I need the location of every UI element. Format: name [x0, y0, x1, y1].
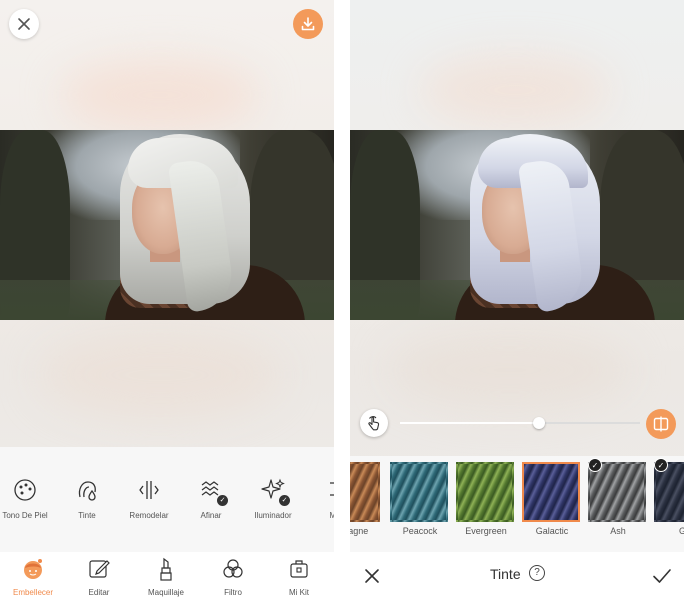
swatch-grey[interactable]: ✓ Gr	[654, 458, 684, 536]
check-badge-icon: ✓	[279, 495, 290, 506]
tool-label: Remodelar	[129, 511, 169, 520]
filter-icon	[220, 556, 246, 582]
tool-remodelar[interactable]: Remodelar	[118, 477, 180, 520]
swatch-label: Peacock	[402, 526, 438, 536]
nav-label: Embellecer	[12, 588, 53, 597]
bottom-navigation: Embellecer Editar Maquillaje Filtro Mi K…	[0, 552, 334, 614]
check-badge-icon: ✓	[217, 495, 228, 506]
background-glow	[40, 330, 280, 420]
tools-strip: Tono De Piel Tinte Remodelar ✓ Afinar ✓	[0, 447, 334, 552]
more-tool-icon	[322, 477, 334, 503]
tool-label: Afinar	[200, 511, 222, 520]
downloaded-check-icon: ✓	[654, 458, 668, 472]
swatch-label: Galactic	[535, 526, 569, 536]
swatch-tile	[522, 462, 580, 522]
sparkle-icon: ✓	[260, 477, 290, 506]
downloaded-check-icon: ✓	[588, 458, 602, 472]
nav-mi-kit[interactable]: Mi Kit	[266, 556, 332, 597]
download-button[interactable]	[293, 9, 323, 39]
close-icon	[18, 18, 30, 30]
swatch-tile	[350, 462, 380, 522]
editor-screen-tint: mpagne Peacock Evergreen Galactic ✓ Ash …	[350, 0, 684, 614]
palette-icon	[12, 477, 38, 503]
background-glow	[420, 55, 610, 125]
portrait-photo-preview[interactable]	[350, 130, 684, 320]
edit-icon	[86, 556, 112, 582]
tool-more[interactable]: Ma	[304, 477, 334, 520]
smooth-icon: ✓	[198, 477, 228, 506]
portrait-photo[interactable]	[0, 130, 334, 320]
tool-label: Tono De Piel	[2, 511, 48, 520]
swatch-tile	[390, 462, 448, 522]
nav-editar[interactable]: Editar	[66, 556, 132, 597]
hair-tint-icon	[74, 477, 100, 503]
tint-action-bar: Tinte ?	[350, 552, 684, 614]
tool-label: Iluminador	[254, 511, 292, 520]
face-icon	[20, 556, 46, 582]
tool-tinte[interactable]: Tinte	[56, 477, 118, 520]
background-glow	[390, 330, 630, 410]
slider-thumb[interactable]	[533, 417, 546, 429]
swatch-ash[interactable]: ✓ Ash	[588, 458, 648, 536]
swatch-evergreen[interactable]: Evergreen	[456, 462, 516, 536]
intensity-slider[interactable]	[400, 417, 640, 429]
nav-maquillaje[interactable]: Maquillaje	[133, 556, 199, 597]
tool-title: Tinte	[490, 566, 521, 582]
tool-afinar[interactable]: ✓ Afinar	[180, 477, 242, 520]
compare-button[interactable]	[646, 409, 676, 439]
swatch-champagne[interactable]: mpagne	[350, 462, 382, 536]
tool-iluminador[interactable]: ✓ Iluminador	[242, 477, 304, 520]
nav-label: Filtro	[224, 588, 242, 597]
tool-label: Tinte	[78, 511, 96, 520]
swatch-label: Ash	[610, 526, 626, 536]
nav-embellecer[interactable]: Embellecer	[0, 556, 66, 597]
cancel-icon[interactable]	[360, 564, 384, 588]
background-glow	[60, 60, 260, 130]
tool-label: Ma	[329, 511, 334, 520]
compare-icon	[653, 416, 669, 432]
nav-label: Maquillaje	[147, 588, 185, 597]
nav-label: Editar	[88, 588, 110, 597]
nav-filtro[interactable]: Filtro	[200, 556, 266, 597]
tint-swatches: mpagne Peacock Evergreen Galactic ✓ Ash …	[350, 456, 684, 552]
swatch-galactic[interactable]: Galactic	[522, 462, 582, 536]
lipstick-icon	[153, 556, 179, 582]
confirm-check-icon[interactable]	[650, 564, 674, 588]
download-icon	[301, 17, 315, 31]
hand-touch-icon	[368, 416, 380, 431]
kit-icon	[286, 556, 312, 582]
swatch-peacock[interactable]: Peacock	[390, 462, 450, 536]
swatch-tile	[456, 462, 514, 522]
tool-tono-de-piel[interactable]: Tono De Piel	[0, 477, 56, 520]
reshape-icon	[136, 477, 162, 503]
editor-screen-beautify: Tono De Piel Tinte Remodelar ✓ Afinar ✓	[0, 0, 334, 614]
manual-brush-button[interactable]	[360, 409, 388, 437]
swatch-label: mpagne	[350, 526, 369, 536]
slider-fill	[400, 422, 540, 424]
help-icon[interactable]: ?	[529, 565, 545, 581]
nav-label: Mi Kit	[289, 588, 309, 597]
swatch-label: Evergreen	[465, 526, 507, 536]
close-button[interactable]	[9, 9, 39, 39]
swatch-label: Gr	[679, 526, 684, 536]
